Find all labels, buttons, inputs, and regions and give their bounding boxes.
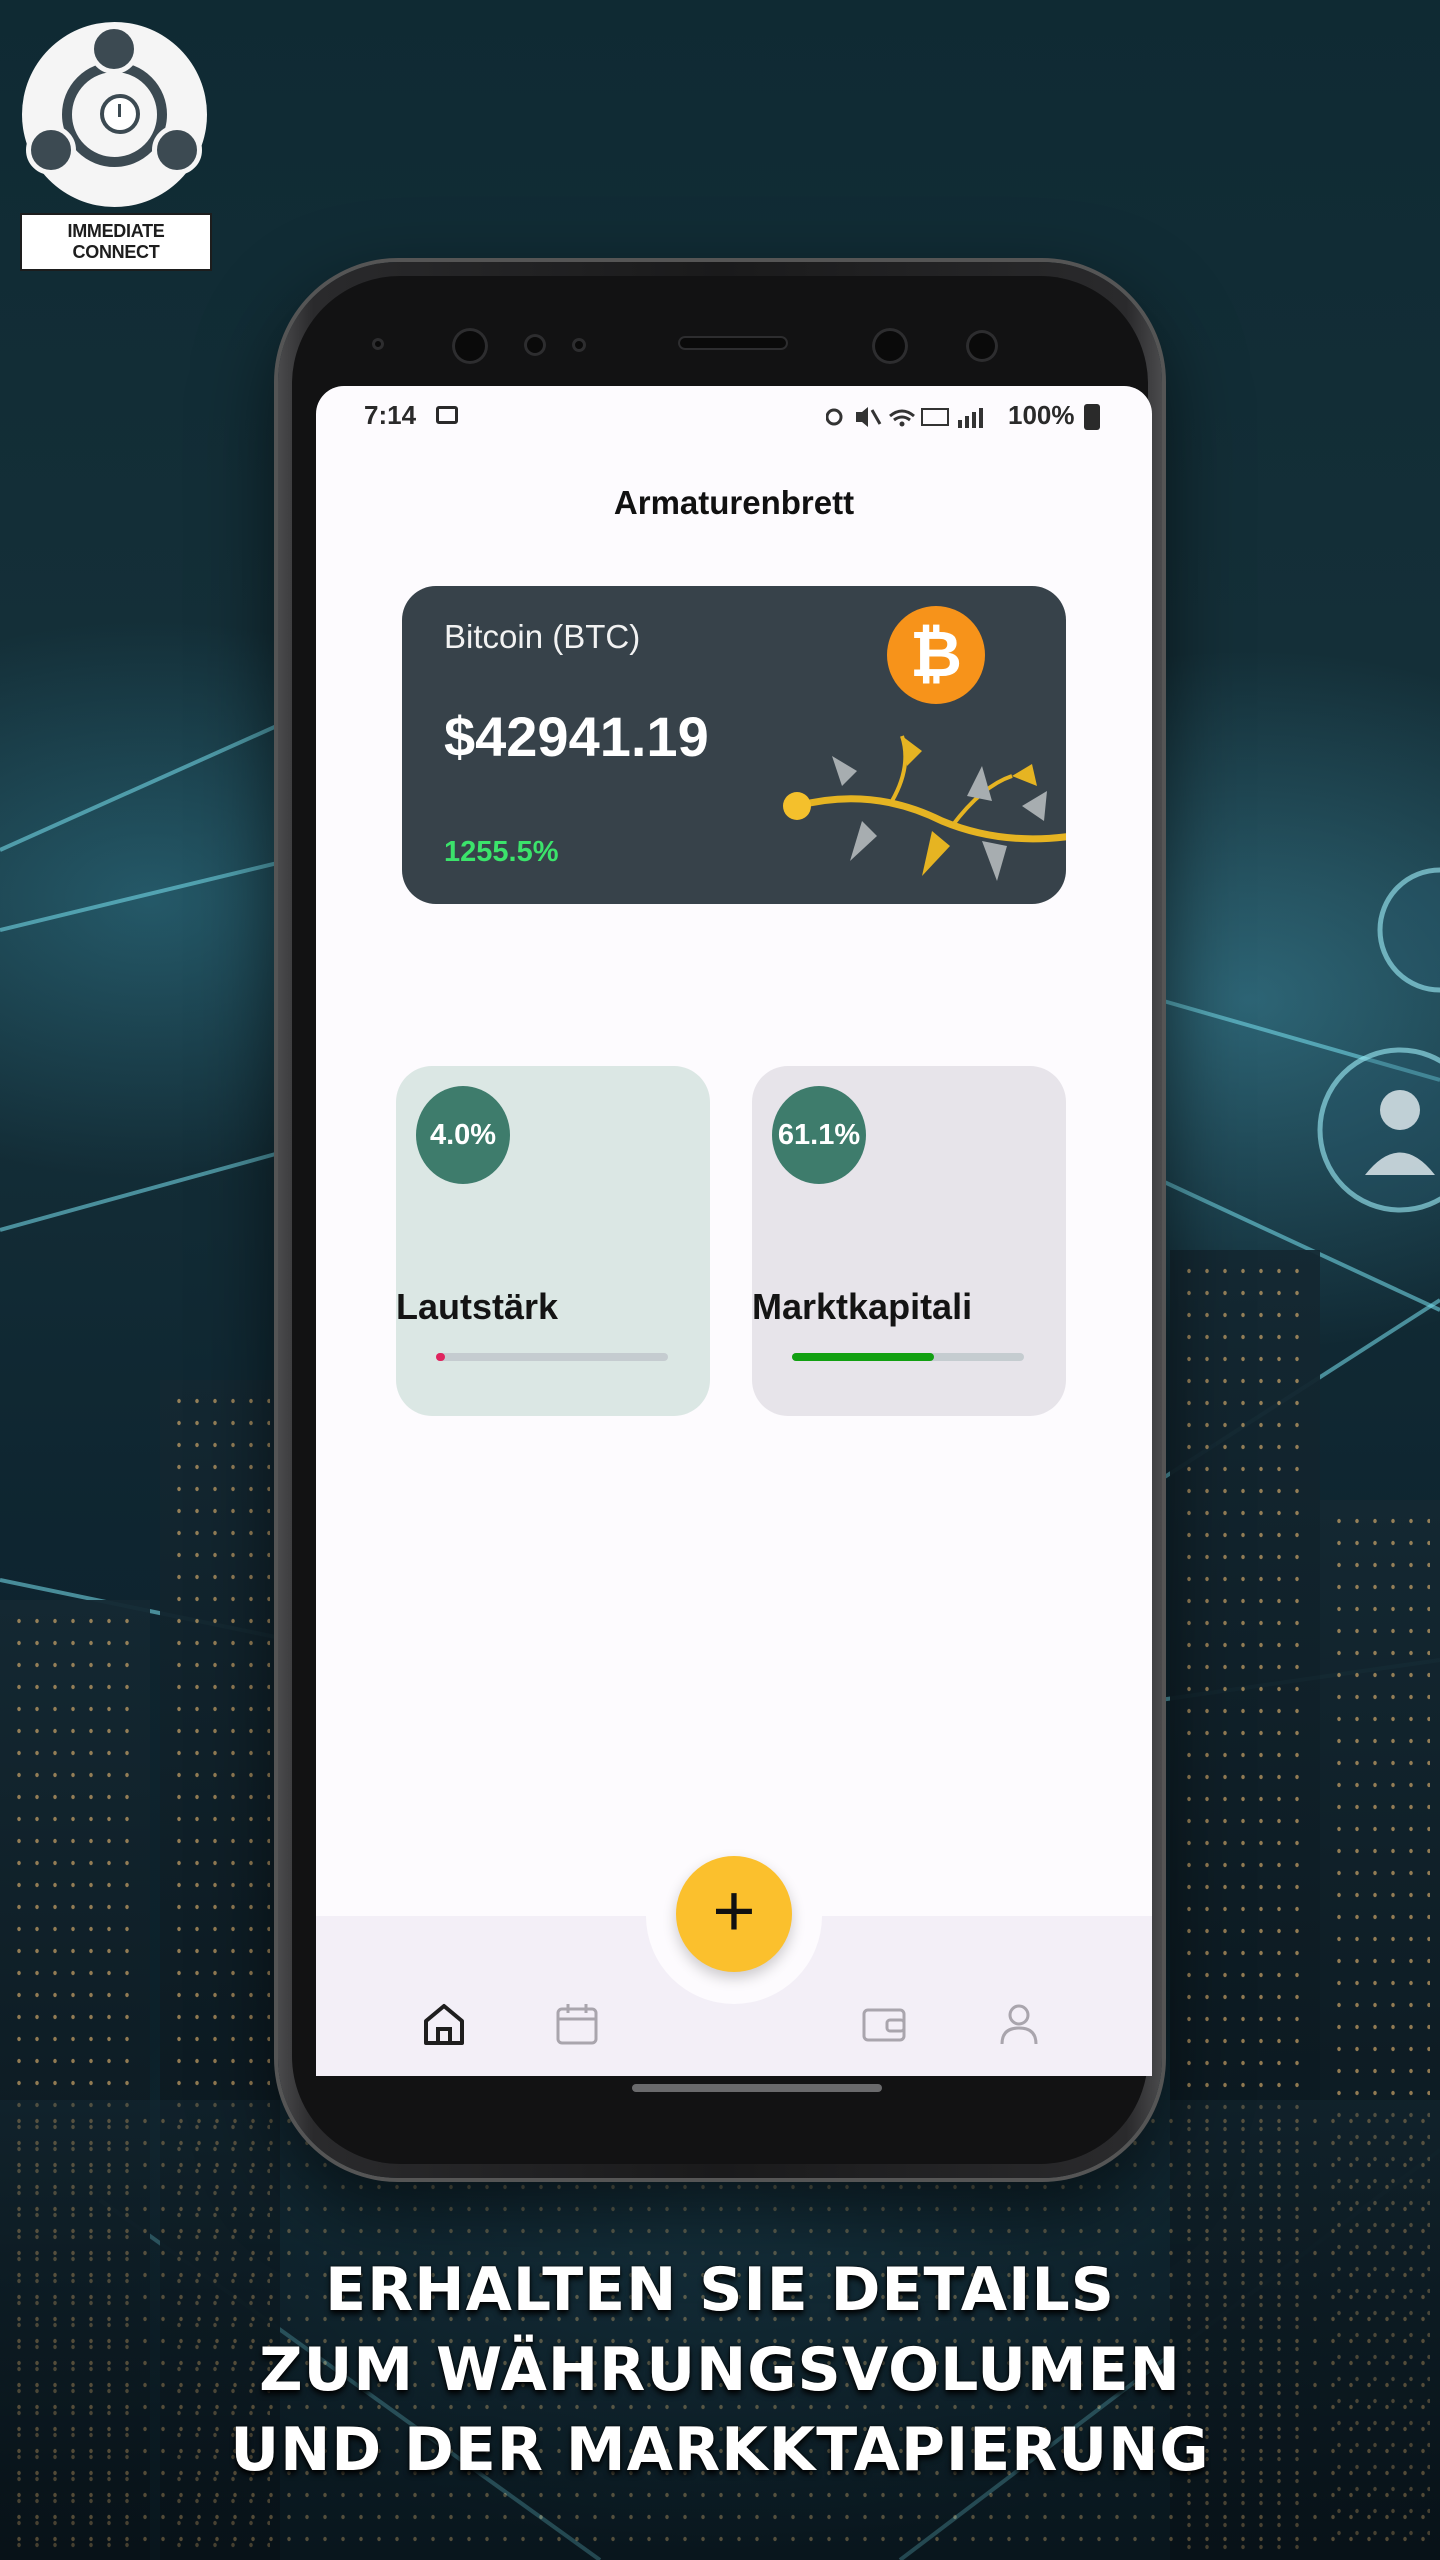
market-cap-progress-track [792,1353,1024,1361]
status-time: 7:14 [364,400,417,430]
market-cap-progress-fill [792,1353,934,1361]
profile-icon[interactable] [996,2001,1042,2047]
volume-progress-fill [436,1353,446,1361]
caption-line: ERHALTEN SIE DETAILS [325,2255,1115,2325]
coin-price: $42941.19 [444,705,709,768]
coin-name: Bitcoin (BTC) [444,618,641,655]
coin-change: 1255.5% [444,836,559,868]
phone-frame: 7:14 100% Armaturenbrett Bitcoin (BTC) $… [278,262,1162,2178]
front-camera-icon [452,328,488,364]
volume-label: Lautstärk [396,1286,559,1327]
add-button[interactable]: + [676,1856,792,1972]
battery-icon [1084,404,1100,430]
battery-percent: 100% [1008,400,1075,430]
earpiece-speaker [678,336,788,350]
clock-icon [100,94,140,134]
bitcoin-icon: ₿ [887,606,985,704]
volume-card[interactable]: 4.0% Lautstärk [396,1066,710,1416]
market-cap-card[interactable]: 61.1% Marktkapitali [752,1066,1066,1416]
market-cap-label: Marktkapitali [752,1286,973,1327]
volume-percent-badge: 4.0% [416,1086,510,1184]
brand-logo: IMMEDIATE CONNECT [20,22,215,271]
logo-emblem [22,22,207,207]
wallet-icon[interactable] [861,2001,907,2047]
home-icon[interactable] [421,2001,467,2047]
page-title: Armaturenbrett [613,484,855,521]
logo-text: IMMEDIATE CONNECT [20,213,212,271]
branch-illustration [783,735,1066,881]
status-bar: 7:14 100% [316,386,1152,446]
caption-line: ZUM WÄHRUNGSVOLUMEN [259,2335,1181,2405]
promo-caption: ERHALTEN SIE DETAILS ZUM WÄHRUNGSVOLUMEN… [0,2250,1440,2490]
home-indicator[interactable] [632,2084,882,2092]
volume-progress-track [436,1353,668,1361]
market-cap-percent-badge: 61.1% [772,1086,866,1184]
image-icon [436,406,458,424]
sensor-icon [872,328,908,364]
app-screen: 7:14 100% Armaturenbrett Bitcoin (BTC) $… [316,386,1152,2076]
status-icons [826,407,983,428]
coin-card[interactable]: Bitcoin (BTC) $42941.19 1255.5% ₿ [402,586,1066,904]
calendar-icon[interactable] [554,2001,600,2047]
caption-line: UND DER MARKKTAPIERUNG [230,2415,1210,2485]
